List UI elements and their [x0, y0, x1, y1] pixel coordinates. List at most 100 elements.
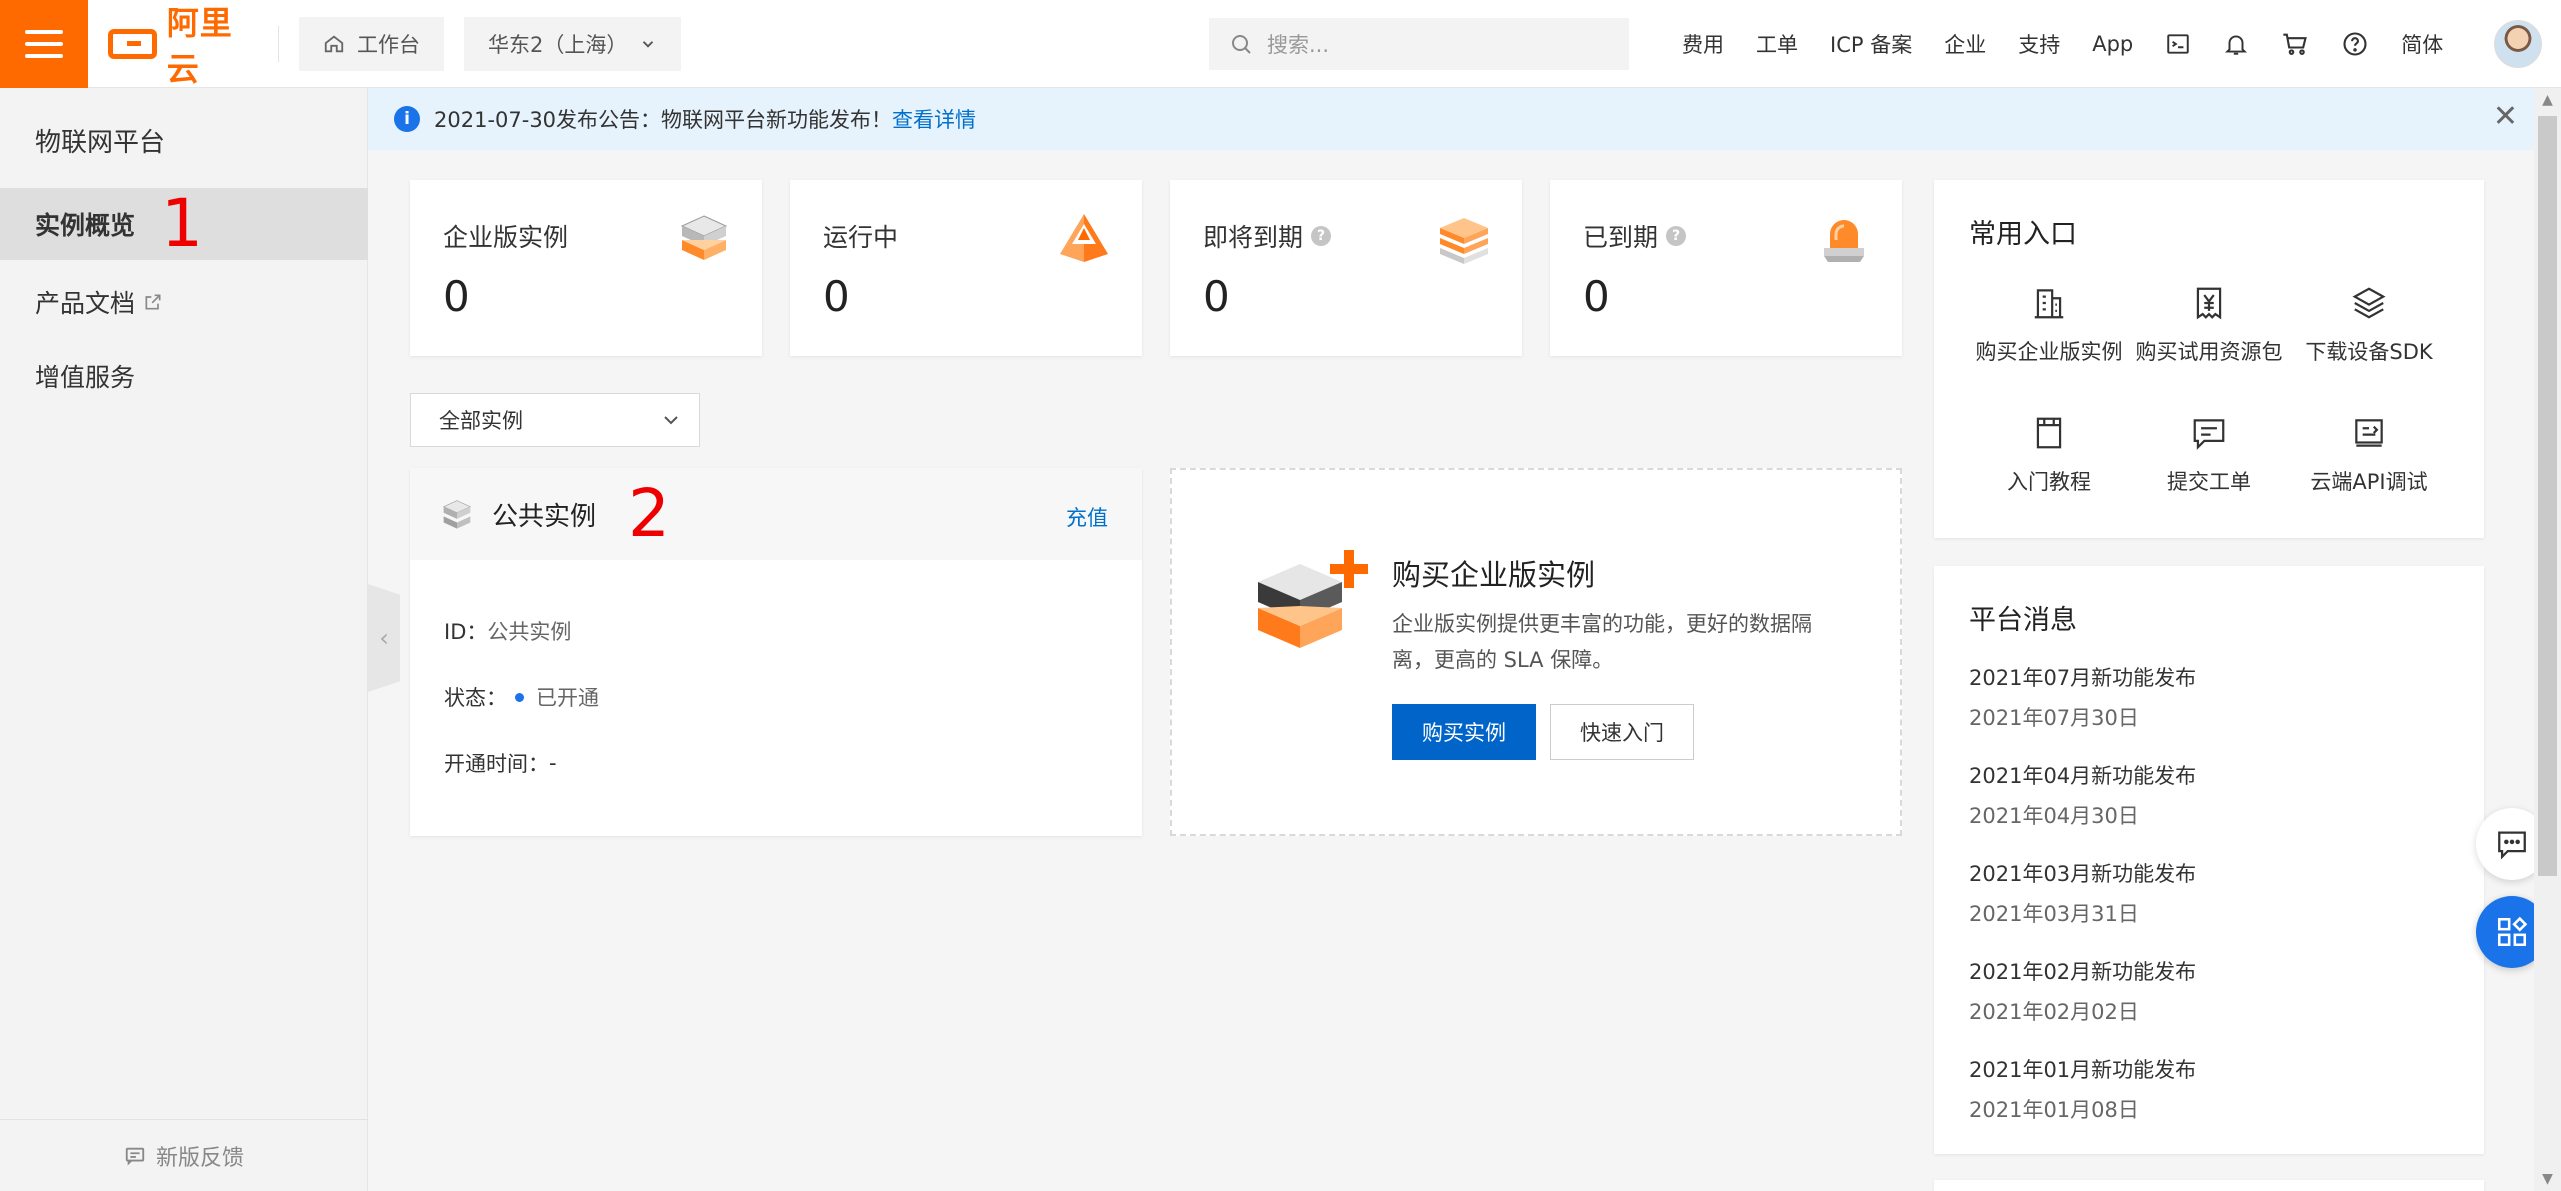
quick-entry-download-sdk[interactable]: 下载设备SDK [2289, 284, 2449, 366]
home-icon [324, 35, 344, 52]
annotation-number: 1 [161, 185, 204, 262]
quick-entry-api-debug[interactable]: 云端API调试 [2289, 414, 2449, 496]
help-icon[interactable]: ? [1666, 226, 1687, 246]
chat-bubble-icon [2498, 831, 2526, 860]
announcement-link[interactable]: 查看详情 [892, 108, 976, 132]
messages-title: 平台消息 [1969, 605, 2077, 636]
user-avatar[interactable] [2494, 20, 2542, 68]
aliyun-logo[interactable]: 阿里云 [108, 0, 258, 90]
stat-card-enterprise[interactable]: 企业版实例 0 [410, 180, 762, 356]
message-title: 2021年03月新功能发布 [1969, 862, 2197, 886]
instance-status-row: 状态： 已开通 [444, 682, 599, 712]
message-item[interactable]: 2021年03月新功能发布 2021年03月31日 [1969, 858, 2196, 928]
sidebar-item-label: 实例概览 [35, 211, 136, 240]
quick-entries-panel: 常用入口 购买企业版实例 购买试用资源包 下载设备SDK 入门教程 提交工单 云… [1934, 180, 2484, 538]
workbench-label: 工作台 [357, 32, 420, 57]
divider [278, 25, 279, 62]
stat-label: 已到期? [1583, 218, 1687, 254]
stat-label: 即将到期? [1203, 218, 1332, 254]
stat-card-running[interactable]: 运行中 0 [790, 180, 1142, 356]
menu-button[interactable] [0, 0, 88, 88]
message-item[interactable]: 2021年01月新功能发布 2021年01月08日 [1969, 1054, 2196, 1124]
quick-entry-label: 提交工单 [2167, 470, 2251, 494]
quick-entries-title: 常用入口 [1969, 219, 2077, 250]
buy-enterprise-card: 购买企业版实例 企业版实例提供更丰富的功能，更好的数据隔离，更高的 SLA 保障… [1170, 468, 1902, 836]
message-title: 2021年04月新功能发布 [1969, 764, 2197, 788]
layers-icon [2352, 287, 2386, 319]
recharge-link[interactable]: 充值 [1066, 502, 1108, 532]
api-debug-icon [2355, 419, 2383, 447]
scrollbar-thumb[interactable] [2538, 116, 2557, 876]
quick-entry-tutorial[interactable]: 入门教程 [1969, 414, 2129, 496]
quick-entry-label: 云端API调试 [2310, 470, 2428, 494]
book-icon [2036, 417, 2062, 449]
buy-instance-button[interactable]: 购买实例 [1392, 704, 1536, 760]
instance-filter-select[interactable]: 全部实例 [410, 393, 700, 447]
scroll-down-icon[interactable]: ▼ [2534, 1171, 2561, 1187]
nav-tickets[interactable]: 工单 [1740, 0, 1814, 88]
scroll-up-icon[interactable]: ▲ [2534, 92, 2561, 108]
message-item[interactable]: 2021年02月新功能发布 2021年02月02日 [1969, 956, 2196, 1026]
public-instance-header: 公共实例 2 充值 [410, 468, 1142, 560]
info-icon: i [394, 106, 420, 132]
page-scrollbar[interactable]: ▲ ▼ [2534, 88, 2561, 1191]
message-item[interactable]: 2021年04月新功能发布 2021年04月30日 [1969, 760, 2196, 830]
stat-value: 0 [1203, 272, 1230, 321]
stat-label: 运行中 [823, 223, 899, 252]
help-icon[interactable] [2325, 0, 2385, 88]
sidebar-item-overview[interactable]: 实例概览 1 [0, 188, 368, 260]
menu-icon-line [25, 53, 63, 58]
nav-enterprise[interactable]: 企业 [1928, 0, 2002, 88]
stat-value: 0 [443, 272, 470, 321]
help-icon[interactable]: ? [1311, 226, 1332, 246]
logo-text: 阿里云 [166, 3, 233, 88]
nav-billing[interactable]: 费用 [1666, 0, 1740, 88]
nav-icp[interactable]: ICP 备案 [1814, 0, 1928, 88]
status-label: 状态： [444, 686, 507, 710]
terminal-icon[interactable] [2149, 0, 2207, 88]
stat-card-expired[interactable]: 已到期? 0 [1550, 180, 1902, 356]
message-date: 2021年04月30日 [1969, 804, 2139, 828]
message-date: 2021年07月30日 [1969, 706, 2139, 730]
search-placeholder: 搜索... [1267, 33, 1330, 57]
language-switch[interactable]: 简体 [2385, 0, 2459, 88]
quick-entry-label: 入门教程 [2007, 470, 2091, 494]
opened-label: 开通时间： [444, 752, 549, 776]
id-value: 公共实例 [487, 620, 572, 644]
feedback-button[interactable]: 新版反馈 [0, 1119, 368, 1191]
sidebar-item-docs[interactable]: 产品文档 [0, 266, 368, 338]
chevron-left-icon: ‹ [379, 624, 389, 652]
buy-description: 企业版实例提供更丰富的功能，更好的数据隔离，更高的 SLA 保障。 [1392, 612, 1812, 672]
cart-icon[interactable] [2265, 0, 2325, 88]
external-link-icon [145, 294, 161, 310]
server-stack-icon [442, 500, 472, 529]
quick-start-button[interactable]: 快速入门 [1550, 704, 1694, 760]
stat-label: 企业版实例 [443, 223, 569, 252]
building-icon [2034, 289, 2064, 319]
platform-messages-panel: 平台消息 2021年07月新功能发布 2021年07月30日 2021年04月新… [1934, 566, 2484, 1154]
sidebar-item-label: 产品文档 [35, 289, 136, 318]
message-title: 2021年01月新功能发布 [1969, 1058, 2197, 1082]
apps-grid-icon [2497, 916, 2528, 947]
bell-icon[interactable] [2207, 0, 2265, 88]
quick-entry-submit-ticket[interactable]: 提交工单 [2129, 414, 2289, 496]
quick-entry-buy-enterprise[interactable]: 购买企业版实例 [1969, 284, 2129, 366]
server-stack-icon [680, 215, 728, 260]
opened-value: - [549, 751, 557, 775]
close-icon[interactable]: ✕ [2493, 102, 2518, 132]
sidebar-collapse-toggle[interactable]: ‹ [368, 584, 400, 692]
buy-title: 购买企业版实例 [1392, 558, 1596, 592]
nav-app[interactable]: App [2076, 0, 2149, 88]
stat-value: 0 [1583, 272, 1610, 321]
nav-support[interactable]: 支持 [2002, 0, 2076, 88]
quick-entry-trial-package[interactable]: 购买试用资源包 [2129, 284, 2289, 366]
stat-card-expiring[interactable]: 即将到期? 0 [1170, 180, 1522, 356]
status-dot [515, 692, 524, 702]
search-input[interactable]: 搜索... [1209, 18, 1629, 70]
feedback-icon [125, 1147, 145, 1166]
region-selector[interactable]: 华东2（上海） [464, 16, 682, 71]
message-title: 2021年02月新功能发布 [1969, 960, 2197, 984]
sidebar-item-value-added[interactable]: 增值服务 [0, 340, 368, 412]
message-item[interactable]: 2021年07月新功能发布 2021年07月30日 [1969, 662, 2196, 732]
workbench-button[interactable]: 工作台 [299, 16, 444, 71]
